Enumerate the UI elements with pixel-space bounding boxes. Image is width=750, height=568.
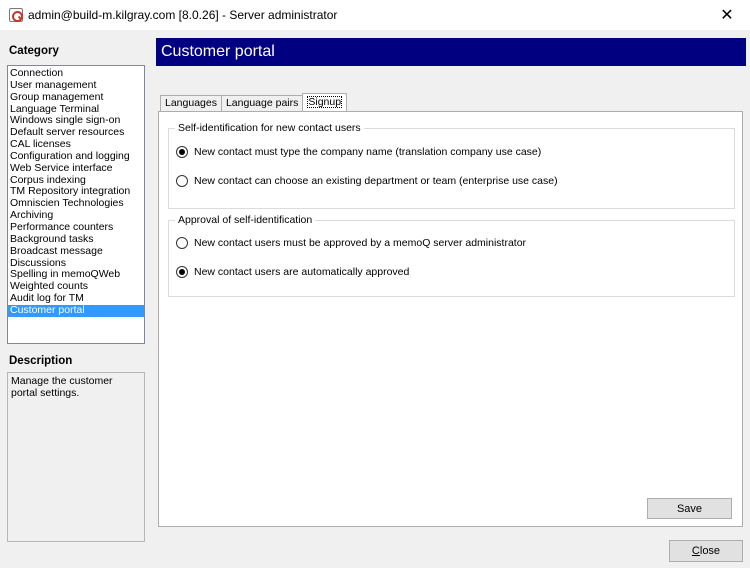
tab-signup[interactable]: Signup	[302, 93, 348, 111]
description-box: Manage the customer portal settings.	[7, 372, 145, 542]
radio-label: New contact can choose an existing depar…	[194, 175, 558, 187]
close-button-mnemonic: C	[691, 545, 700, 557]
category-item-archiving[interactable]: Archiving	[8, 210, 144, 222]
category-item-weighted-counts[interactable]: Weighted counts	[8, 281, 144, 293]
self-identification-legend: Self-identification for new contact user…	[175, 122, 364, 134]
category-item-user-management[interactable]: User management	[8, 80, 144, 92]
tab-language-pairs[interactable]: Language pairs	[220, 95, 304, 111]
radio-button[interactable]	[176, 237, 188, 249]
tab-languages[interactable]: Languages	[160, 95, 222, 111]
radio-button[interactable]	[176, 175, 188, 187]
radio-button[interactable]	[176, 266, 188, 278]
save-button[interactable]: Save	[647, 498, 732, 519]
category-item-language-terminal[interactable]: Language Terminal	[8, 104, 144, 116]
title-bar: admin@build-m.kilgray.com [8.0.26] - Ser…	[0, 0, 750, 30]
radio-type-company-name[interactable]: New contact must type the company name (…	[176, 146, 541, 158]
radio-choose-department[interactable]: New contact can choose an existing depar…	[176, 175, 558, 187]
radio-label: New contact users must be approved by a …	[194, 237, 527, 249]
app-icon	[9, 8, 23, 22]
category-item-discussions[interactable]: Discussions	[8, 258, 144, 270]
close-button[interactable]: Close	[669, 540, 743, 562]
category-item-corpus-indexing[interactable]: Corpus indexing	[8, 175, 144, 187]
category-item-group-management[interactable]: Group management	[8, 92, 144, 104]
approval-legend: Approval of self-identification	[175, 214, 316, 226]
category-heading: Category	[9, 45, 59, 57]
category-item-configuration-logging[interactable]: Configuration and logging	[8, 151, 144, 163]
category-item-customer-portal[interactable]: Customer portal	[8, 304, 144, 317]
category-item-connection[interactable]: Connection	[8, 68, 144, 80]
radio-approved-by-admin[interactable]: New contact users must be approved by a …	[176, 237, 526, 249]
radio-label: New contact users are automatically appr…	[194, 266, 410, 278]
signup-tab-panel: Self-identification for new contact user…	[158, 111, 743, 527]
radio-auto-approved[interactable]: New contact users are automatically appr…	[176, 266, 409, 278]
category-item-audit-log-tm[interactable]: Audit log for TM	[8, 293, 144, 305]
category-item-broadcast-message[interactable]: Broadcast message	[8, 246, 144, 258]
category-list[interactable]: Connection User management Group managem…	[7, 65, 145, 344]
radio-label: New contact must type the company name (…	[194, 146, 542, 158]
description-heading: Description	[9, 355, 73, 367]
radio-button[interactable]	[176, 146, 188, 158]
category-item-tm-repository[interactable]: TM Repository integration	[8, 186, 144, 198]
page-title: Customer portal	[156, 38, 746, 66]
tab-strip: Languages Language pairs Signup	[160, 93, 348, 111]
category-item-spelling-memoqweb[interactable]: Spelling in memoQWeb	[8, 269, 144, 281]
close-button-label: lose	[699, 545, 721, 557]
self-identification-groupbox: Self-identification for new contact user…	[168, 122, 735, 209]
window-title: admin@build-m.kilgray.com [8.0.26] - Ser…	[28, 8, 338, 22]
window-close-button[interactable]: ✕	[704, 0, 750, 30]
approval-groupbox: Approval of self-identification New cont…	[168, 214, 735, 297]
category-item-performance-counters[interactable]: Performance counters	[8, 222, 144, 234]
category-item-omniscien[interactable]: Omniscien Technologies	[8, 198, 144, 210]
category-item-background-tasks[interactable]: Background tasks	[8, 234, 144, 246]
category-item-default-server-resources[interactable]: Default server resources	[8, 127, 144, 139]
category-item-web-service-interface[interactable]: Web Service interface	[8, 163, 144, 175]
category-item-cal-licenses[interactable]: CAL licenses	[8, 139, 144, 151]
category-item-windows-sso[interactable]: Windows single sign-on	[8, 115, 144, 127]
